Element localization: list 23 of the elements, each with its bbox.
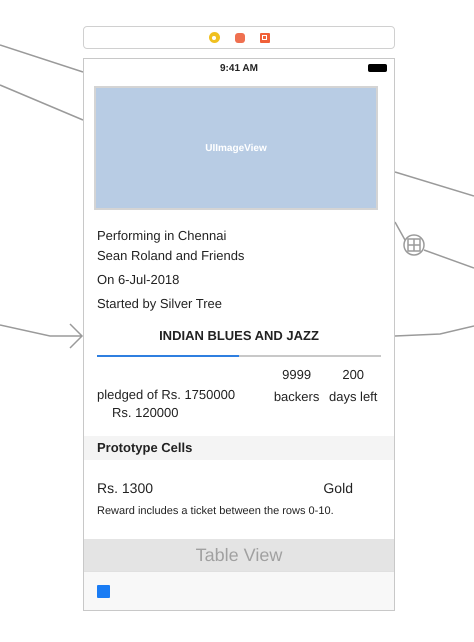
days-label: days left bbox=[328, 388, 378, 406]
raised-amount: Rs. 120000 bbox=[112, 404, 178, 422]
backers-count: 9999 bbox=[282, 366, 312, 384]
view-controller-icon[interactable] bbox=[208, 32, 220, 43]
reward-description: Reward includes a ticket between the rows 0-10. bbox=[97, 504, 334, 519]
table-view-title: Table View bbox=[196, 544, 282, 566]
backers-label: backers bbox=[274, 388, 320, 406]
artist-label: Sean Roland and Friends bbox=[97, 247, 244, 265]
image-view-label: UIImageView bbox=[205, 142, 267, 156]
battery-icon bbox=[368, 64, 387, 72]
starter-label: Started by Silver Tree bbox=[97, 295, 222, 313]
date-label: On 6-Jul-2018 bbox=[97, 271, 180, 289]
location-label: Performing in Chennai bbox=[97, 227, 226, 245]
reward-amount: Rs. 1300 bbox=[97, 479, 154, 498]
reward-tier-label: Gold bbox=[323, 479, 353, 498]
project-title: INDIAN BLUES AND JAZZ bbox=[159, 327, 319, 345]
pledged-label: pledged of Rs. 1750000 bbox=[97, 386, 236, 404]
exit-icon[interactable] bbox=[260, 32, 270, 42]
segue-icon[interactable] bbox=[403, 234, 425, 256]
status-time: 9:41 AM bbox=[220, 62, 258, 76]
square-icon[interactable] bbox=[97, 584, 110, 598]
days-count: 200 bbox=[342, 366, 364, 384]
section-header-title: Prototype Cells bbox=[97, 439, 192, 458]
